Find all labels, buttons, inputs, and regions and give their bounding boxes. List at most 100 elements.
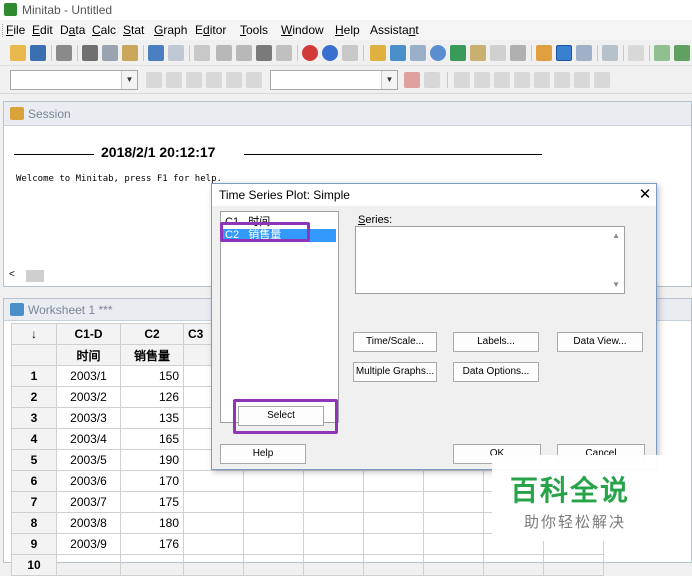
cell-empty[interactable] — [243, 554, 304, 576]
data-direction-arrow-icon[interactable]: ↓ — [11, 323, 57, 345]
cell-c1[interactable] — [56, 554, 121, 576]
cell-empty[interactable] — [303, 470, 364, 492]
replace-icon[interactable] — [276, 45, 292, 61]
cancel-icon[interactable] — [302, 45, 318, 61]
cell-empty[interactable] — [243, 470, 304, 492]
row-number[interactable]: 10 — [11, 554, 57, 576]
session-toggle-icon[interactable] — [536, 45, 552, 61]
cell-c2[interactable]: 135 — [120, 407, 184, 429]
menu-tools[interactable]: Tools — [240, 23, 268, 37]
save-icon[interactable] — [30, 45, 46, 61]
column-header-c2[interactable]: C2 — [120, 323, 184, 345]
cell-c1[interactable]: 2003/1 — [56, 365, 121, 387]
redo-icon[interactable] — [168, 45, 184, 61]
cell-empty[interactable] — [423, 554, 484, 576]
cell-c2[interactable]: 165 — [120, 428, 184, 450]
cell-c1[interactable]: 2003/6 — [56, 470, 121, 492]
worksheet-toggle-icon[interactable] — [556, 45, 572, 61]
variables-listbox[interactable]: C1 时间 C2 销售量 — [220, 211, 339, 423]
cell-c2[interactable]: 175 — [120, 491, 184, 513]
menu-graph[interactable]: Graph — [154, 23, 187, 37]
graph-item-dropdown[interactable]: ▼ — [10, 70, 138, 90]
text-tool-icon[interactable] — [474, 72, 490, 88]
horizontal-scrollbar-thumb[interactable] — [26, 270, 44, 282]
cell-empty[interactable] — [303, 512, 364, 534]
row-number[interactable]: 3 — [11, 407, 57, 429]
menu-assistant[interactable]: Assistant — [370, 23, 419, 37]
annotation-select-icon[interactable] — [454, 72, 470, 88]
cell-c1[interactable]: 2003/7 — [56, 491, 121, 513]
row-number[interactable]: 5 — [11, 449, 57, 471]
series-input[interactable]: ▲ ▼ — [355, 226, 625, 294]
cell-c2[interactable]: 170 — [120, 470, 184, 492]
data-view-button[interactable]: Data View... — [557, 332, 643, 352]
cell-c1[interactable]: 2003/3 — [56, 407, 121, 429]
menu-calc[interactable]: Calc — [92, 23, 116, 37]
graph-element-dropdown[interactable]: ▼ — [270, 70, 398, 90]
cell-c2[interactable]: 150 — [120, 365, 184, 387]
delete-icon[interactable] — [404, 72, 420, 88]
cell-empty[interactable] — [423, 533, 484, 555]
graph-folder-icon[interactable] — [410, 45, 426, 61]
undo-icon[interactable] — [148, 45, 164, 61]
cell-empty[interactable] — [363, 533, 424, 555]
data-options-button[interactable]: Data Options... — [453, 362, 539, 382]
cell-empty[interactable] — [303, 533, 364, 555]
cell-empty[interactable] — [243, 533, 304, 555]
column-name-c1[interactable]: 时间 — [56, 344, 121, 366]
menu-editor[interactable]: Editor — [195, 23, 226, 37]
cell-c2[interactable] — [120, 554, 184, 576]
cell-empty[interactable] — [243, 491, 304, 513]
cell-empty[interactable] — [183, 512, 244, 534]
help-icon[interactable] — [322, 45, 338, 61]
menu-stat[interactable]: Stat — [123, 23, 144, 37]
cell-empty[interactable] — [423, 470, 484, 492]
stat-guide-icon[interactable] — [342, 45, 358, 61]
row-number[interactable]: 1 — [11, 365, 57, 387]
scroll-left-arrow-icon[interactable]: < — [9, 269, 21, 283]
layout-icon[interactable] — [654, 45, 670, 61]
cell-c1[interactable]: 2003/2 — [56, 386, 121, 408]
formula-icon[interactable] — [628, 45, 644, 61]
swap-icon[interactable] — [246, 72, 262, 88]
crosshair-icon[interactable] — [206, 72, 222, 88]
cell-c2[interactable]: 180 — [120, 512, 184, 534]
polygon-tool-icon[interactable] — [574, 72, 590, 88]
pen-icon[interactable] — [186, 72, 202, 88]
cell-c1[interactable]: 2003/4 — [56, 428, 121, 450]
cell-empty[interactable] — [303, 491, 364, 513]
polyline-tool-icon[interactable] — [594, 72, 610, 88]
cell-c1[interactable]: 2003/8 — [56, 512, 121, 534]
line-tool-icon[interactable] — [534, 72, 550, 88]
row-number[interactable]: 8 — [11, 512, 57, 534]
worksheet-icon[interactable] — [390, 45, 406, 61]
cell-empty[interactable] — [483, 554, 544, 576]
ellipse-tool-icon[interactable] — [514, 72, 530, 88]
cell-empty[interactable] — [423, 512, 484, 534]
cell-c1[interactable]: 2003/9 — [56, 533, 121, 555]
cell-c2[interactable]: 176 — [120, 533, 184, 555]
filter-icon[interactable] — [226, 72, 242, 88]
cut-icon[interactable] — [82, 45, 98, 61]
select-pointer-icon[interactable] — [166, 72, 182, 88]
brush-icon[interactable] — [146, 72, 162, 88]
time-scale-button[interactable]: Time/Scale... — [353, 332, 437, 352]
tile-icon[interactable] — [576, 45, 592, 61]
row-number[interactable]: 6 — [11, 470, 57, 492]
project-manager-icon[interactable] — [450, 45, 466, 61]
cell-empty[interactable] — [183, 533, 244, 555]
cell-empty[interactable] — [243, 512, 304, 534]
cell-c2[interactable]: 190 — [120, 449, 184, 471]
open-folder-icon[interactable] — [10, 45, 26, 61]
scroll-down-icon[interactable]: ▼ — [612, 280, 620, 289]
insert-column-icon[interactable] — [236, 45, 252, 61]
find-icon[interactable] — [256, 45, 272, 61]
manage-icon[interactable] — [602, 45, 618, 61]
row-number[interactable]: 9 — [11, 533, 57, 555]
new-graph-icon[interactable] — [490, 45, 506, 61]
cell-empty[interactable] — [183, 491, 244, 513]
layout-2-icon[interactable] — [674, 45, 690, 61]
marker-tool-icon[interactable] — [554, 72, 570, 88]
edit-last-dialog-icon[interactable] — [194, 45, 210, 61]
cell-c1[interactable]: 2003/5 — [56, 449, 121, 471]
